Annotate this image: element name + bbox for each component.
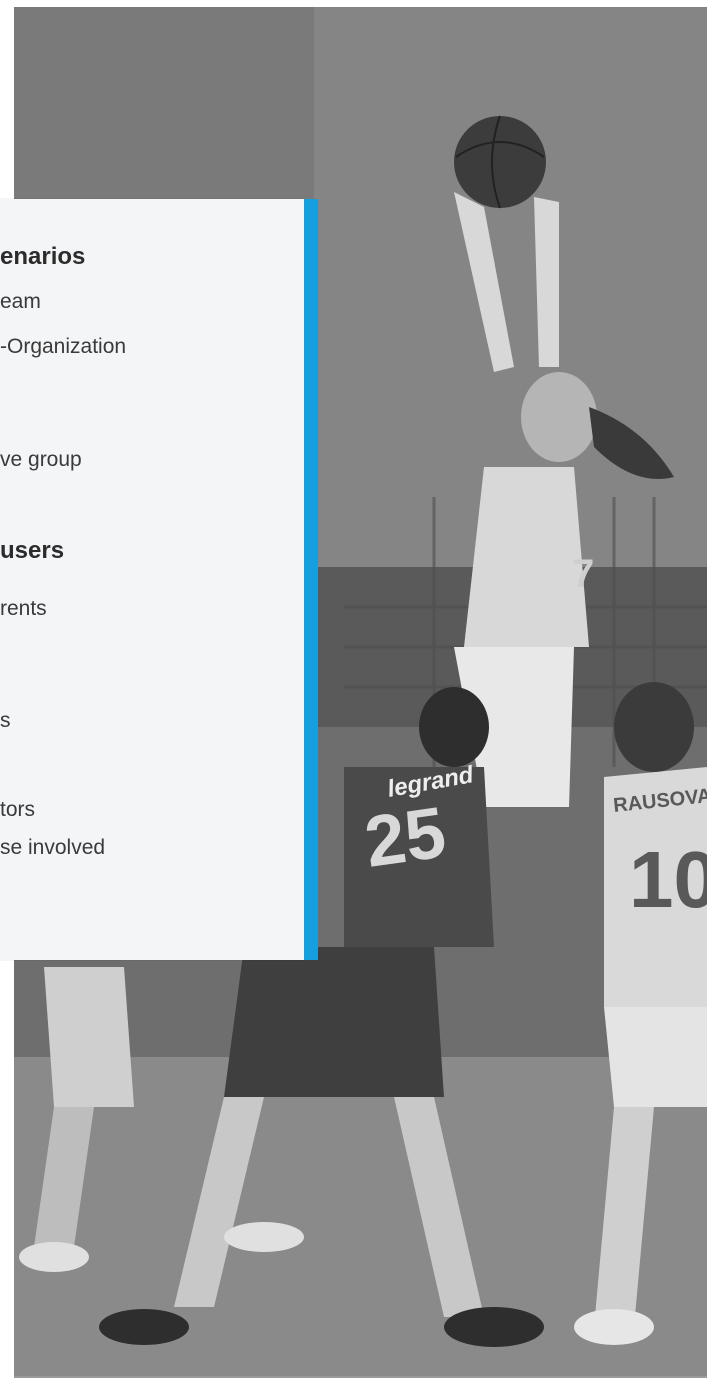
section-heading-users: users <box>0 537 65 564</box>
jersey-number-25: 25 <box>360 792 450 882</box>
list-item: ve group <box>0 448 82 471</box>
card-accent-bar <box>304 199 318 960</box>
list-item: -Organization <box>0 335 127 358</box>
list-item: tors <box>0 798 36 821</box>
list-item: se involved <box>0 836 106 859</box>
list-item: s <box>0 709 11 732</box>
page: 25 legrand 10 RAUSOVA 7 enarios eam -Org… <box>0 0 707 1378</box>
jersey-number-10: 10 <box>629 835 707 924</box>
info-card: enarios eam -Organization ve group users… <box>0 199 304 960</box>
basketball-icon <box>454 115 546 209</box>
list-item: rents <box>0 597 47 620</box>
section-heading-scenarios: enarios <box>0 243 86 270</box>
list-item: eam <box>0 290 41 313</box>
jersey-number-7: 7 <box>572 552 594 596</box>
